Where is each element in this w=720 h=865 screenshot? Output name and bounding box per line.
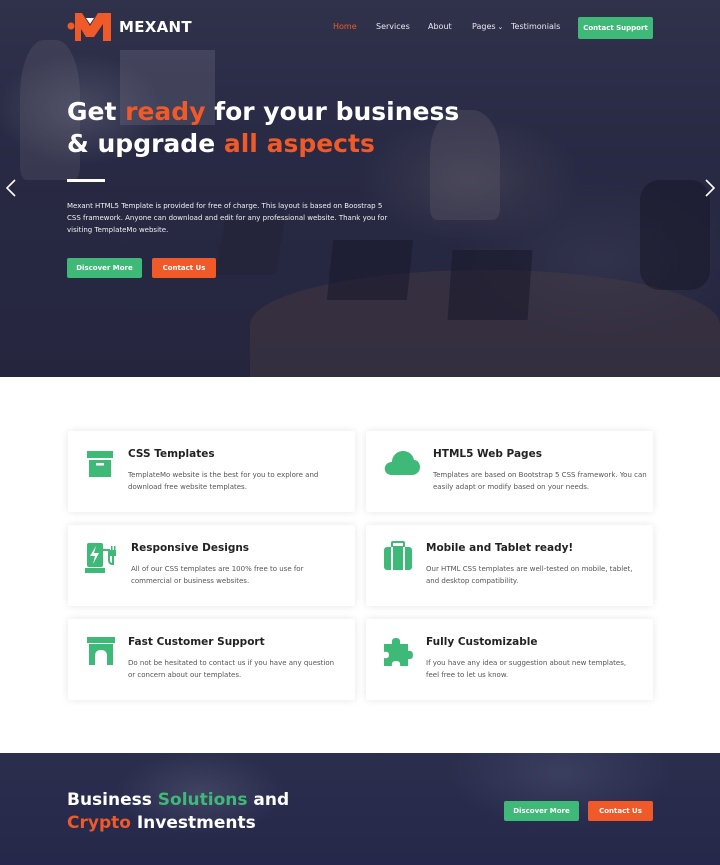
chevron-left-icon[interactable]: [4, 178, 18, 198]
feature-title: HTML5 Web Pages: [433, 448, 542, 460]
archway-icon: [87, 637, 115, 665]
hero-title-line2-part1: & upgrade: [67, 129, 224, 158]
nav-item-about[interactable]: About: [428, 22, 452, 31]
feature-title: Fully Customizable: [426, 636, 538, 648]
feature-text: Templates are based on Bootstrap 5 CSS f…: [433, 471, 647, 491]
archive-box-icon: [87, 451, 113, 477]
nav-item-home[interactable]: Home: [333, 22, 357, 31]
nav-item-pages[interactable]: Pages ⌄: [472, 22, 503, 31]
banner-line2-part2: Investments: [130, 813, 256, 833]
feature-card: Fast Customer Support Do not be hesitate…: [68, 619, 355, 700]
feature-text: TemplateMo website is the best for you t…: [128, 471, 319, 491]
banner-highlight-1: Solutions: [157, 790, 248, 810]
feature-title: Mobile and Tablet ready!: [426, 542, 574, 554]
hero-title: Get ready for your business & upgrade al…: [67, 96, 507, 160]
contact-support-button[interactable]: Contact Support: [578, 17, 653, 39]
feature-title: Responsive Designs: [131, 542, 250, 554]
cta-banner: Business Solutions and Crypto Investment…: [0, 753, 720, 865]
hero-title-line1-part2: for your business: [205, 97, 460, 126]
suitcase-icon: [384, 541, 412, 570]
feature-text: Do not be hesitated to contact us if you…: [128, 659, 335, 679]
feature-text: If you have any idea or suggestion about…: [426, 659, 627, 679]
hero-title-line1-part1: Get: [67, 97, 126, 126]
hero-section: MEXANT Home Services About Pages ⌄ Testim…: [0, 0, 720, 377]
cloud-icon: [384, 451, 420, 475]
banner-line1-part2: and: [247, 790, 290, 810]
feature-card: CSS Templates TemplateMo website is the …: [68, 431, 355, 512]
feature-card: Mobile and Tablet ready! Our HTML CSS te…: [366, 525, 653, 606]
puzzle-piece-icon: [384, 638, 413, 666]
feature-title: CSS Templates: [128, 448, 215, 460]
chevron-down-icon: ⌄: [497, 23, 504, 31]
charging-station-icon: [85, 543, 116, 573]
banner-highlight-2: Crypto: [67, 813, 131, 833]
discover-more-button[interactable]: Discover More: [67, 258, 142, 278]
hero-description: Mexant HTML5 Template is provided for fr…: [67, 202, 388, 234]
banner-contact-us-button[interactable]: Contact Us: [588, 801, 653, 821]
nav-item-pages-label: Pages: [472, 22, 496, 31]
banner-discover-more-button[interactable]: Discover More: [504, 801, 579, 821]
feature-title: Fast Customer Support: [128, 636, 265, 648]
hero-title-highlight-1: ready: [125, 97, 206, 126]
feature-text: Our HTML CSS templates are well-tested o…: [426, 565, 633, 585]
feature-card: Fully Customizable If you have any idea …: [366, 619, 653, 700]
hero-title-highlight-2: all aspects: [223, 129, 375, 158]
contact-us-button[interactable]: Contact Us: [152, 258, 216, 278]
banner-line1-part1: Business: [67, 790, 158, 810]
nav-item-services[interactable]: Services: [376, 22, 410, 31]
nav-item-testimonials[interactable]: Testimonials: [511, 22, 560, 31]
hero-overlay: [0, 0, 720, 377]
feature-text: All of our CSS templates are 100% free t…: [131, 565, 304, 585]
banner-title: Business Solutions and Crypto Investment…: [67, 789, 289, 835]
feature-card: HTML5 Web Pages Templates are based on B…: [366, 431, 653, 512]
feature-card: Responsive Designs All of our CSS templa…: [68, 525, 355, 606]
chevron-right-icon[interactable]: [703, 178, 717, 198]
hero-divider: [67, 179, 105, 182]
